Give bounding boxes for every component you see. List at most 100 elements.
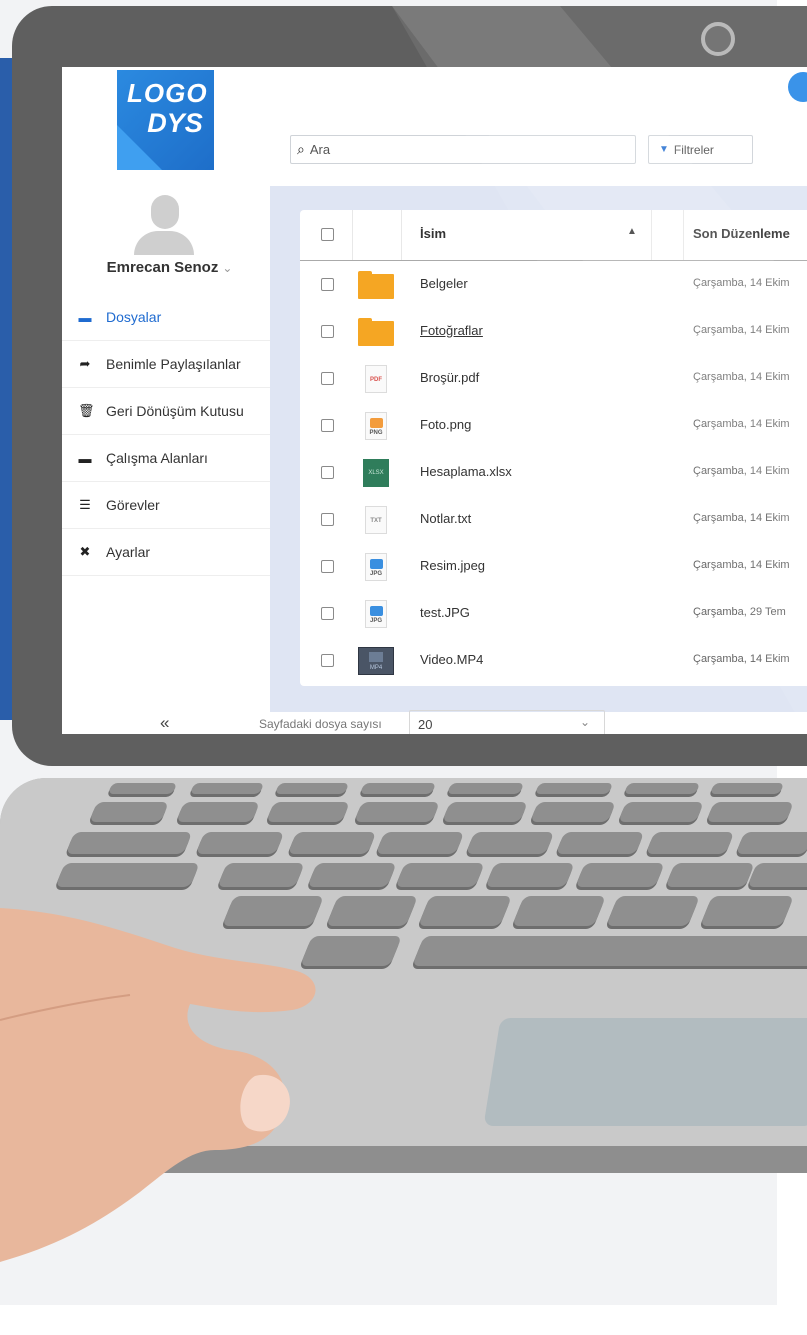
file-name-link[interactable]: Fotoğraflar	[420, 323, 483, 338]
collapse-sidebar-icon[interactable]: «	[160, 713, 169, 733]
share-icon: ➦	[79, 356, 91, 371]
sidebar-item-recycle-bin[interactable]: 🗑 Geri Dönüşüm Kutusu	[62, 388, 270, 435]
sidebar-item-dosyalar[interactable]: ▬ Dosyalar	[62, 294, 270, 341]
keyboard-key	[265, 802, 351, 822]
row-checkbox[interactable]	[321, 466, 334, 479]
table-row[interactable]: XLSX Hesaplama.xlsx Çarşamba, 14 Ekim	[300, 449, 807, 496]
file-name[interactable]: Resim.jpeg	[420, 558, 485, 573]
logo: LOGO DYS	[117, 70, 214, 170]
keyboard-key	[189, 783, 265, 794]
sidebar-item-label: Ayarlar	[106, 544, 151, 560]
txt-label: TXT	[365, 506, 387, 534]
row-checkbox[interactable]	[321, 654, 334, 667]
sidebar-nav: ▬ Dosyalar ➦ Benimle Paylaşılanlar 🗑 Ger…	[62, 294, 270, 576]
keyboard-key	[299, 936, 403, 966]
keyboard-key	[217, 863, 305, 887]
keyboard-key	[465, 832, 555, 854]
file-name[interactable]: test.JPG	[420, 605, 470, 620]
file-modified-date: Çarşamba, 14 Ekim	[693, 418, 790, 430]
keyboard-key	[307, 863, 397, 887]
sidebar-item-label: Çalışma Alanları	[106, 450, 208, 466]
keyboard-key	[575, 863, 665, 887]
sidebar-item-label: Dosyalar	[106, 309, 162, 325]
row-checkbox[interactable]	[321, 560, 334, 573]
table-row[interactable]: Belgeler Çarşamba, 14 Ekim	[300, 261, 807, 308]
png-label: PNG	[369, 430, 383, 436]
file-name[interactable]: Belgeler	[420, 276, 468, 291]
row-checkbox[interactable]	[321, 419, 334, 432]
table-row[interactable]: JPG Resim.jpeg Çarşamba, 14 Ekim	[300, 543, 807, 590]
keyboard-key	[274, 783, 350, 794]
sidebar-item-settings[interactable]: ✖ Ayarlar	[62, 529, 270, 576]
logo-text-top: LOGO	[127, 78, 208, 108]
keyboard-key	[623, 783, 701, 794]
tools-icon: ✖	[79, 544, 91, 559]
video-file-icon: MP4	[358, 647, 394, 675]
per-page-value: 20	[418, 716, 433, 732]
jpg-file-icon: JPG	[358, 553, 394, 581]
spacebar-key	[411, 936, 807, 966]
column-header-modified[interactable]: Son Düzenleme	[693, 226, 790, 241]
keyboard-key	[441, 802, 529, 822]
file-name[interactable]: Notlar.txt	[420, 511, 471, 526]
user-menu-button[interactable]	[788, 72, 807, 102]
search-input[interactable]: ⌕ Ara	[290, 135, 636, 164]
keyboard-key	[395, 863, 485, 887]
row-checkbox[interactable]	[321, 372, 334, 385]
keyboard-key	[485, 863, 575, 887]
keyboard-key	[705, 802, 795, 822]
xlsx-label: XLSX	[363, 459, 389, 487]
user-name: Emrecan Senoz	[106, 259, 219, 276]
mp4-label: MP4	[369, 665, 383, 671]
filters-button[interactable]: ▼ Filtreler	[648, 135, 753, 164]
sidebar-item-shared-with-me[interactable]: ➦ Benimle Paylaşılanlar	[62, 341, 270, 388]
column-header-name[interactable]: İsim	[420, 226, 446, 241]
file-name[interactable]: Hesaplama.xlsx	[420, 464, 512, 479]
column-divider	[651, 210, 652, 260]
chevron-down-icon: ⌄	[579, 715, 590, 729]
file-name[interactable]: Video.MP4	[420, 652, 483, 667]
file-name[interactable]: Foto.png	[420, 417, 471, 432]
sidebar-item-workspaces[interactable]: ▬ Çalışma Alanları	[62, 435, 270, 482]
keyboard-key	[617, 802, 705, 822]
per-page-select[interactable]: 20 ⌄	[409, 710, 605, 734]
user-name-menu[interactable]: Emrecan Senoz ⌄	[62, 259, 277, 276]
select-all-checkbox[interactable]	[321, 228, 334, 241]
jpg-label: JPG	[369, 618, 382, 624]
keyboard-key	[417, 896, 513, 926]
pdf-label: PDF	[365, 365, 387, 393]
sidebar-item-tasks[interactable]: ☰ Görevler	[62, 482, 270, 529]
laptop-base-edge	[60, 1146, 807, 1173]
row-checkbox[interactable]	[321, 607, 334, 620]
search-icon: ⌕	[297, 141, 305, 157]
avatar-head	[151, 195, 179, 229]
table-row[interactable]: PDF Broşür.pdf Çarşamba, 14 Ekim	[300, 355, 807, 402]
row-checkbox[interactable]	[321, 325, 334, 338]
table-row[interactable]: PNG Foto.png Çarşamba, 14 Ekim	[300, 402, 807, 449]
xlsx-file-icon: XLSX	[358, 459, 394, 487]
row-checkbox[interactable]	[321, 513, 334, 526]
table-row[interactable]: JPG test.JPG Çarşamba, 29 Tem	[300, 590, 807, 637]
keyboard-key	[287, 832, 377, 854]
trackpad	[483, 1018, 807, 1126]
table-row[interactable]: Fotoğraflar Çarşamba, 14 Ekim	[300, 308, 807, 355]
webcam-icon	[701, 22, 735, 56]
file-modified-date: Çarşamba, 14 Ekim	[693, 465, 790, 477]
sort-ascending-icon[interactable]: ▲	[627, 226, 637, 237]
keyboard-key	[195, 832, 285, 854]
folder-icon	[358, 318, 394, 346]
trash-icon: 🗑	[78, 403, 95, 418]
row-checkbox[interactable]	[321, 278, 334, 291]
laptop-base	[0, 778, 807, 1173]
column-divider	[401, 210, 402, 260]
avatar	[134, 195, 194, 255]
table-row[interactable]: TXT Notlar.txt Çarşamba, 14 Ekim	[300, 496, 807, 543]
file-name[interactable]: Broşür.pdf	[420, 370, 479, 385]
keyboard-key	[645, 832, 735, 854]
pdf-file-icon: PDF	[358, 365, 394, 393]
keyboard-key	[605, 896, 701, 926]
table-row[interactable]: MP4 Video.MP4 Çarşamba, 14 Ekim	[300, 637, 807, 684]
column-divider	[683, 210, 684, 260]
file-modified-date: Çarşamba, 14 Ekim	[693, 512, 790, 524]
jpg-label: JPG	[369, 571, 382, 577]
